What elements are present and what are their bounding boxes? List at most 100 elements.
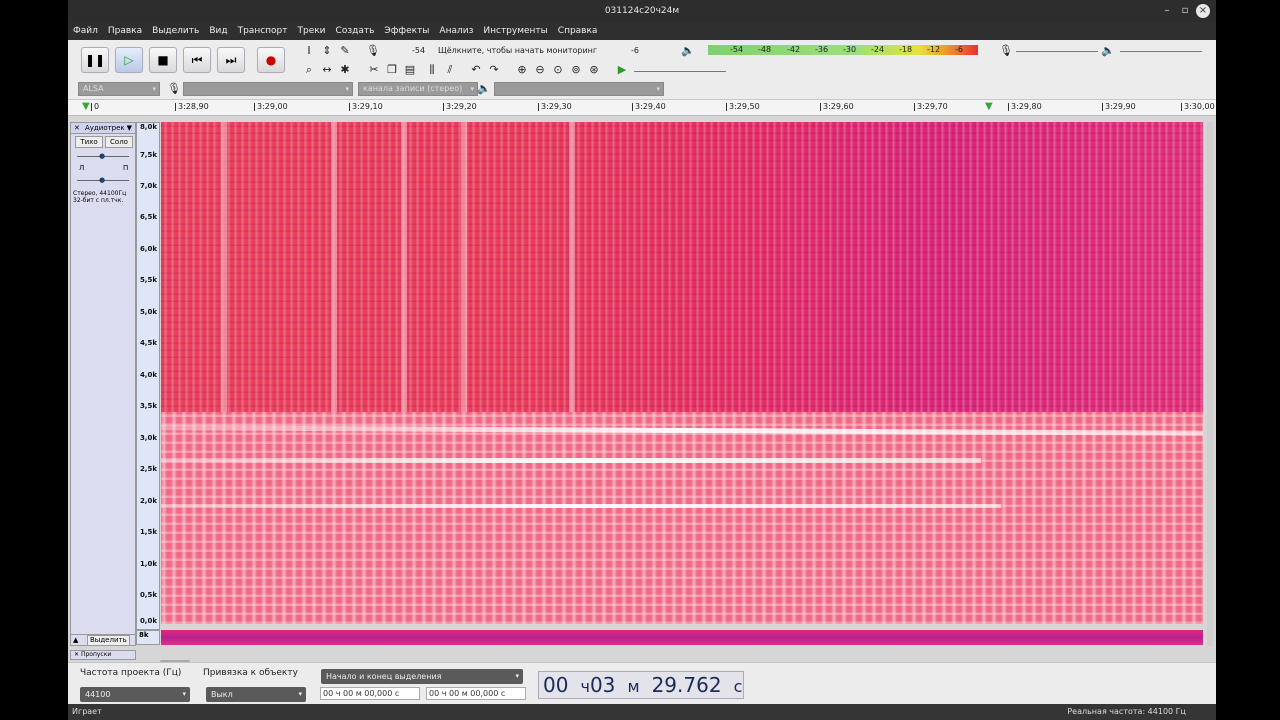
cut-icon[interactable]: ✂ <box>366 62 382 78</box>
record-button[interactable]: ● <box>257 47 285 73</box>
tick: 3:29,70 <box>914 100 948 114</box>
second-channel-spectrogram[interactable] <box>161 630 1203 645</box>
pause-icon: ❚❚ <box>84 53 106 67</box>
menu-generate[interactable]: Создать <box>331 22 380 40</box>
redo-icon[interactable]: ↷ <box>486 62 502 78</box>
skip-end-button[interactable]: ⏭ <box>217 47 245 73</box>
skip-start-button[interactable]: ⏮ <box>183 47 211 73</box>
freq-label: 2,0k <box>139 497 157 505</box>
zoom-out-icon[interactable]: ⊖ <box>532 62 548 78</box>
timeshift-tool-icon[interactable]: ↔ <box>319 62 335 78</box>
recording-channels-combo[interactable]: канала записи (стерео) ▾ <box>358 82 478 96</box>
fit-project-icon[interactable]: ⊚ <box>568 62 584 78</box>
track-menu-chevron-icon[interactable]: ▼ <box>127 123 132 134</box>
gain-thumb-icon[interactable]: ● <box>99 152 105 160</box>
selection-mode-value: Начало и конец выделения <box>326 672 442 681</box>
zoom-toggle-icon[interactable]: ⊛ <box>586 62 602 78</box>
record-meter-hint[interactable]: Щёлкните, чтобы начать мониторинг <box>438 46 597 56</box>
menu-analyze[interactable]: Анализ <box>434 22 478 40</box>
select-button[interactable]: Выделить <box>87 635 130 646</box>
pause-button[interactable]: ❚❚ <box>81 47 109 73</box>
menu-tracks[interactable]: Треки <box>293 22 331 40</box>
tick: 0 <box>90 100 99 114</box>
time-hours-unit: ч <box>580 677 590 696</box>
selection-start-value: 00 ч 00 м 00,000 с <box>323 689 400 698</box>
tick: 3:29,20 <box>443 100 477 114</box>
paste-icon[interactable]: ▤ <box>402 62 418 78</box>
copy-icon[interactable]: ❐ <box>384 62 400 78</box>
close-icon[interactable]: × <box>1196 4 1210 18</box>
menu-help[interactable]: Справка <box>553 22 603 40</box>
pan-thumb-icon[interactable]: ● <box>99 176 105 184</box>
play-speed-slider[interactable] <box>634 71 726 72</box>
menu-tools[interactable]: Инструменты <box>478 22 552 40</box>
menu-view[interactable]: Вид <box>204 22 232 40</box>
selection-mode-combo[interactable]: Начало и конец выделения ▾ <box>321 669 523 684</box>
snap-combo[interactable]: Выкл ▾ <box>206 687 306 702</box>
play-at-speed-icon[interactable]: ▶ <box>614 62 630 78</box>
maximize-icon[interactable]: ▫ <box>1178 4 1192 18</box>
playback-volume-slider[interactable] <box>1120 51 1202 52</box>
playback-device-combo[interactable]: ▾ <box>494 82 664 96</box>
zoom-tool-icon[interactable]: ⌕ <box>301 62 317 78</box>
menu-effects[interactable]: Эффекты <box>379 22 434 40</box>
envelope-tool-icon[interactable]: ⇕ <box>319 43 335 59</box>
project-rate-label: Частота проекта (Гц) <box>80 668 182 678</box>
menu-edit[interactable]: Правка <box>103 22 147 40</box>
next-track-close-icon[interactable]: ✕ <box>71 651 79 658</box>
playback-meter-bar[interactable]: -54 -48 -42 -36 -30 -24 -18 -12 -6 <box>708 45 978 55</box>
spectro-lower-band <box>161 412 1203 624</box>
status-bar: Играет Реальная частота: 44100 Гц <box>68 704 1216 720</box>
freq-label: 4,5k <box>139 339 157 347</box>
silence-icon[interactable]: ⫽ <box>442 62 458 78</box>
project-rate-combo[interactable]: 44100 ▾ <box>80 687 190 702</box>
trim-icon[interactable]: ⫼ <box>424 62 440 78</box>
next-track-header[interactable]: ✕ Пропуски <box>70 650 136 660</box>
recording-device-combo[interactable]: ▾ <box>183 82 353 96</box>
window-title: 031124с20ч24м <box>604 6 680 16</box>
tick: 3:28,90 <box>175 100 209 114</box>
zoom-in-icon[interactable]: ⊕ <box>514 62 530 78</box>
draw-tool-icon[interactable]: ✎ <box>337 43 353 59</box>
fit-selection-icon[interactable]: ⊙ <box>550 62 566 78</box>
next-track-name[interactable]: Пропуски <box>81 651 111 658</box>
track-close-icon[interactable]: ✕ <box>74 123 80 134</box>
spectrogram-view[interactable] <box>161 122 1203 624</box>
collapse-icon[interactable]: ▲ <box>73 635 78 646</box>
menu-select[interactable]: Выделить <box>147 22 204 40</box>
audio-position-display[interactable]: 00 ч03 м 29.762 с <box>538 671 744 699</box>
multi-tool-icon[interactable]: ✱ <box>337 62 353 78</box>
menu-file[interactable]: Файл <box>68 22 103 40</box>
pm-54: -54 <box>730 45 744 54</box>
timeline-ruler[interactable]: ▼ 0 3:28,90 3:29,00 3:29,10 3:29,20 3:29… <box>68 100 1216 116</box>
time-hours: 00 <box>543 673 569 697</box>
lower-ruler-label: 8k <box>139 631 149 639</box>
minimize-icon[interactable]: – <box>1160 4 1174 18</box>
freq-label: 2,5k <box>139 465 157 473</box>
stop-button[interactable]: ■ <box>149 47 177 73</box>
selection-end-field[interactable]: 00 ч 00 м 00,000 с <box>426 687 526 700</box>
playback-volume-icon: 🔈 <box>1101 44 1115 57</box>
record-volume-slider[interactable] <box>1016 51 1098 52</box>
pm-18: -18 <box>899 45 913 54</box>
selection-start-field[interactable]: 00 ч 00 м 00,000 с <box>320 687 420 700</box>
vertical-scrollbar[interactable] <box>1207 122 1213 646</box>
frequency-ruler[interactable]: 8,0k 7,5k 7,0k 6,5k 6,0k 5,5k 5,0k 4,5k … <box>136 122 160 630</box>
track-name-button[interactable]: Аудиотрек <box>85 123 125 134</box>
selection-tool-icon[interactable]: I <box>301 43 317 59</box>
freq-label: 5,5k <box>139 276 157 284</box>
spectro-harmonic <box>161 504 1001 508</box>
undo-icon[interactable]: ↶ <box>468 62 484 78</box>
mute-button[interactable]: Тихо <box>75 136 103 148</box>
mic-icon[interactable]: 🎙 <box>365 43 381 59</box>
freq-label: 4,0k <box>139 371 157 379</box>
tick: 3:29,50 <box>726 100 760 114</box>
solo-button[interactable]: Соло <box>105 136 133 148</box>
play-button[interactable]: ▷ <box>115 47 143 73</box>
freq-label: 5,0k <box>139 308 157 316</box>
freq-label: 1,0k <box>139 560 157 568</box>
menu-bar: Файл Правка Выделить Вид Транспорт Треки… <box>68 22 1216 40</box>
menu-transport[interactable]: Транспорт <box>233 22 293 40</box>
freq-label: 8,0k <box>139 123 157 131</box>
audio-host-combo[interactable]: ALSA ▾ <box>78 82 160 96</box>
